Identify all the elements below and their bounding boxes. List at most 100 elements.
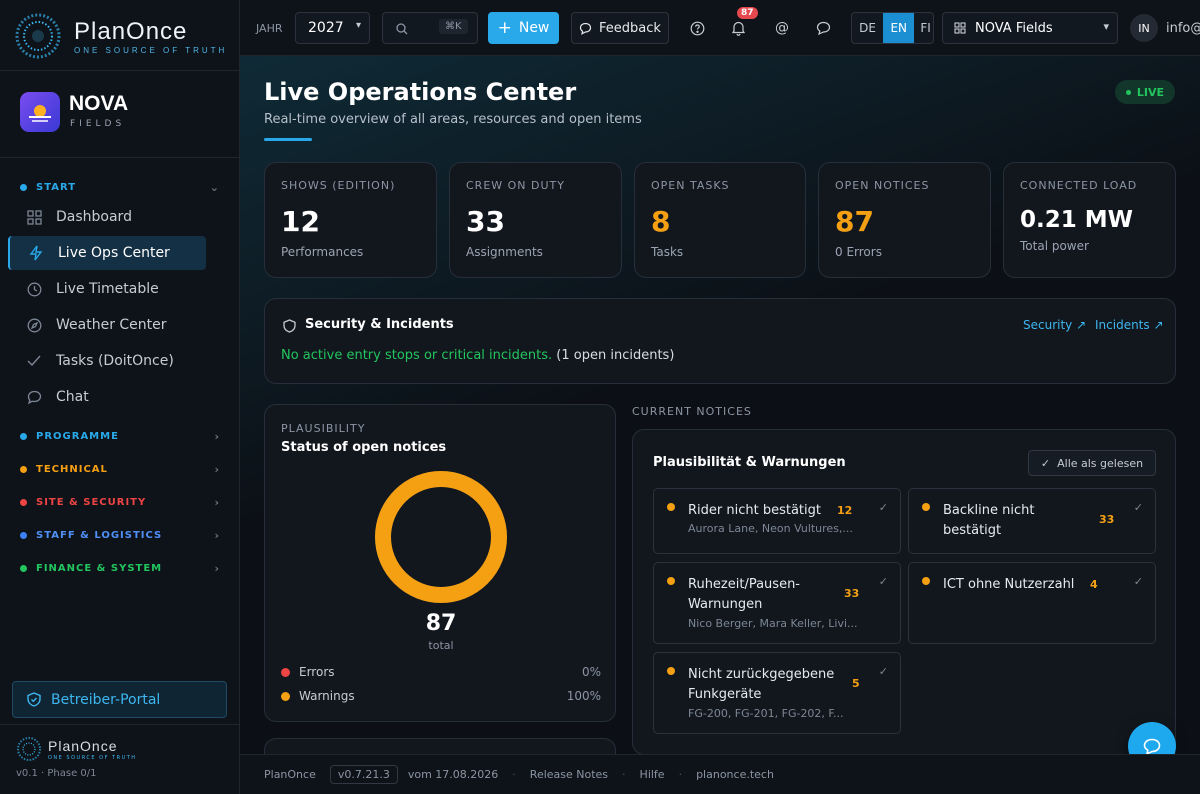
year-value: 2027 bbox=[308, 20, 344, 36]
site-link[interactable]: planonce.tech bbox=[696, 768, 774, 781]
notice-card[interactable]: Ruhezeit/Pausen-Warnungen 33 ✓ Nico Berg… bbox=[653, 562, 901, 644]
release-notes-link[interactable]: Release Notes bbox=[530, 768, 608, 781]
notifications-bell-icon[interactable]: 87 bbox=[728, 7, 758, 44]
legend-label: Warnings bbox=[299, 689, 355, 703]
section-label: PROGRAMME bbox=[36, 430, 119, 442]
separator: · bbox=[622, 768, 626, 781]
stat-sub: Tasks bbox=[651, 245, 684, 259]
stat-card-notices[interactable]: OPEN NOTICES 87 0 Errors bbox=[818, 162, 991, 278]
help-icon[interactable] bbox=[687, 12, 707, 44]
new-button[interactable]: + New bbox=[488, 12, 559, 44]
notice-count: 33 bbox=[844, 587, 860, 600]
live-badge: LIVE bbox=[1115, 80, 1175, 104]
lang-en[interactable]: EN bbox=[883, 13, 915, 43]
current-notices-eyebrow: CURRENT NOTICES bbox=[632, 405, 752, 418]
separator: · bbox=[678, 768, 683, 781]
sidebar-item-timetable[interactable]: Live Timetable bbox=[8, 272, 206, 306]
grid-icon bbox=[26, 209, 42, 225]
notice-card[interactable]: Backline nicht bestätigt 33 ✓ bbox=[908, 488, 1156, 554]
section-staff-logistics[interactable]: STAFF & LOGISTICS › bbox=[20, 525, 220, 545]
mark-read-check-icon[interactable]: ✓ bbox=[879, 575, 888, 588]
sidebar-item-chat[interactable]: Chat bbox=[8, 380, 206, 414]
messages-icon[interactable] bbox=[813, 12, 833, 44]
sidebar-item-label: Dashboard bbox=[56, 209, 132, 225]
app-switcher[interactable]: NOVA FIELDS bbox=[20, 92, 220, 136]
chevron-down-icon: ▾ bbox=[1103, 20, 1109, 33]
section-programme[interactable]: PROGRAMME › bbox=[20, 426, 220, 446]
check-icon: ✓ bbox=[1040, 456, 1051, 470]
workspace-select[interactable]: NOVA Fields ▾ bbox=[942, 12, 1118, 44]
planonce-logo[interactable]: PlanOnce ONE SOURCE OF TRUTH bbox=[14, 12, 234, 62]
mark-read-check-icon[interactable]: ✓ bbox=[879, 665, 888, 678]
search-input[interactable]: ⌘K bbox=[382, 12, 478, 44]
live-badge-label: LIVE bbox=[1136, 85, 1165, 99]
chevron-right-icon: › bbox=[214, 430, 220, 443]
legend-value: 0% bbox=[581, 665, 601, 679]
operator-portal-button[interactable]: Betreiber-Portal bbox=[12, 681, 227, 718]
warning-dot bbox=[667, 577, 675, 585]
stat-value: 0.21 MW bbox=[1020, 207, 1134, 233]
chat-icon bbox=[1143, 738, 1161, 755]
section-technical[interactable]: TECHNICAL › bbox=[20, 459, 220, 479]
sidebar-item-live-ops[interactable]: Live Ops Center bbox=[8, 236, 206, 270]
feedback-button[interactable]: Feedback bbox=[571, 12, 669, 44]
avatar[interactable]: IN bbox=[1130, 14, 1158, 42]
incidents-link[interactable]: Incidents ↗ bbox=[1095, 318, 1164, 332]
section-dot bbox=[20, 564, 27, 572]
stat-card-shows[interactable]: SHOWS (EDITION) 12 Performances bbox=[264, 162, 437, 278]
stat-card-tasks[interactable]: OPEN TASKS 8 Tasks bbox=[634, 162, 806, 278]
language-switcher[interactable]: DE EN FI bbox=[851, 12, 934, 44]
stat-sub: Assignments bbox=[466, 245, 543, 259]
mark-read-check-icon[interactable]: ✓ bbox=[1134, 575, 1143, 588]
app-version: v0.1 · Phase 0/1 bbox=[16, 768, 97, 779]
notice-sub: Aurora Lane, Neon Vultures,... bbox=[688, 522, 853, 535]
plausibility-title: Status of open notices bbox=[281, 440, 447, 455]
section-label: TECHNICAL bbox=[36, 463, 108, 475]
notice-count: 5 bbox=[852, 677, 860, 690]
footer-logo: PlanOnce ONE SOURCE OF TRUTH v0.1 · Phas… bbox=[16, 736, 216, 786]
chevron-right-icon: › bbox=[214, 463, 220, 476]
lang-de[interactable]: DE bbox=[852, 13, 883, 43]
app-name: NOVA bbox=[69, 92, 129, 115]
mark-all-read-button[interactable]: ✓ Alle als gelesen bbox=[1028, 450, 1156, 476]
stat-label: OPEN TASKS bbox=[651, 179, 730, 192]
mentions-icon[interactable]: @ bbox=[772, 12, 792, 44]
notice-title: Nicht zurückgegebene Funkgeräte bbox=[688, 667, 835, 702]
year-select[interactable]: 2027 ▾ bbox=[295, 12, 370, 44]
separator: · bbox=[512, 768, 516, 781]
user-email[interactable]: info@ bbox=[1166, 12, 1200, 44]
notices-panel: Plausibilität & Warnungen ✓ Alle als gel… bbox=[632, 429, 1176, 755]
notice-card[interactable]: Rider nicht bestätigt 12 ✓ Aurora Lane, … bbox=[653, 488, 901, 554]
year-label: JAHR bbox=[256, 21, 283, 35]
section-site-security[interactable]: SITE & SECURITY › bbox=[20, 492, 220, 512]
section-start[interactable]: START ⌄ bbox=[20, 177, 220, 197]
notice-card[interactable]: Nicht zurückgegebene Funkgeräte 5 ✓ FG-2… bbox=[653, 652, 901, 734]
shield-icon bbox=[27, 692, 41, 707]
stat-card-crew[interactable]: CREW ON DUTY 33 Assignments bbox=[449, 162, 622, 278]
sidebar-item-tasks[interactable]: Tasks (DoitOnce) bbox=[8, 344, 206, 378]
security-link[interactable]: Security ↗ bbox=[1023, 318, 1086, 332]
plus-icon: + bbox=[497, 18, 512, 38]
mark-read-check-icon[interactable]: ✓ bbox=[879, 501, 888, 514]
plausibility-panel: PLAUSIBILITY Status of open notices 87 t… bbox=[264, 404, 616, 722]
notice-card[interactable]: ICT ohne Nutzerzahl 4 ✓ bbox=[908, 562, 1156, 644]
stat-value: 8 bbox=[651, 205, 671, 238]
sidebar-item-weather[interactable]: Weather Center bbox=[8, 308, 206, 342]
warning-dot bbox=[922, 577, 930, 585]
compass-icon bbox=[26, 317, 42, 333]
version-badge: v0.7.21.3 bbox=[329, 765, 398, 784]
footer-brand-tagline: ONE SOURCE OF TRUTH bbox=[48, 755, 137, 761]
sidebar-item-label: Weather Center bbox=[56, 317, 167, 333]
help-link[interactable]: Hilfe bbox=[640, 768, 665, 781]
notification-count-badge: 87 bbox=[737, 7, 758, 19]
section-finance-system[interactable]: FINANCE & SYSTEM › bbox=[20, 558, 220, 578]
mark-read-check-icon[interactable]: ✓ bbox=[1134, 501, 1143, 514]
lang-fi[interactable]: FI bbox=[914, 13, 933, 43]
stat-label: OPEN NOTICES bbox=[835, 179, 930, 192]
notice-title: Rider nicht bestätigt bbox=[688, 503, 821, 518]
stat-card-load[interactable]: CONNECTED LOAD 0.21 MW Total power bbox=[1003, 162, 1176, 278]
sidebar-item-label: Live Ops Center bbox=[58, 245, 170, 261]
sidebar-item-dashboard[interactable]: Dashboard bbox=[8, 200, 206, 234]
security-status: No active entry stops or critical incide… bbox=[281, 348, 674, 363]
notices-title: Plausibilität & Warnungen bbox=[653, 455, 846, 470]
